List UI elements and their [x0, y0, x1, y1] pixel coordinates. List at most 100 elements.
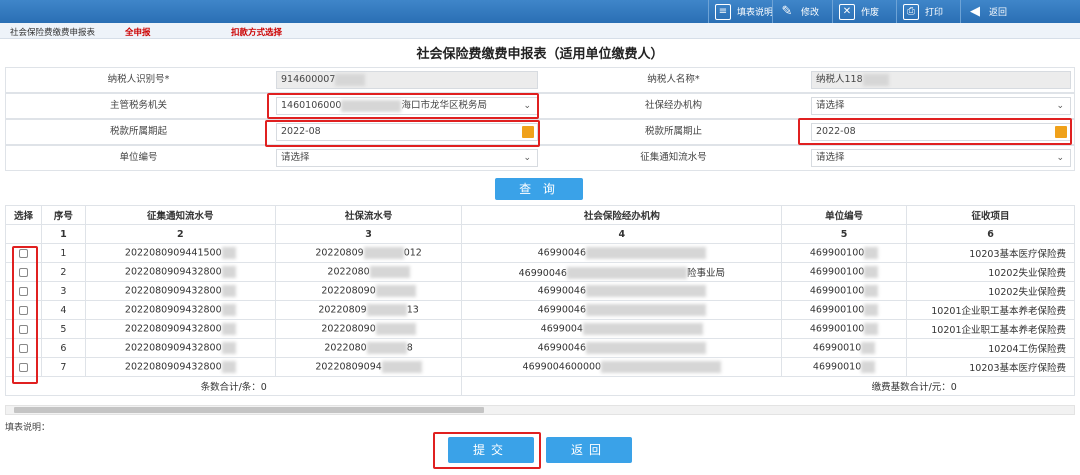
subnav-item-declaration[interactable]: 社会保险费缴费申报表: [10, 26, 95, 38]
seq-value: 7: [60, 361, 67, 373]
index-cell: 5: [781, 224, 908, 244]
taxpayer-id-field: 914600007: [276, 71, 538, 89]
table-row[interactable]: 6 2022080909432800 2022080 8 46990046 4699001…: [5, 338, 1075, 358]
ss-cell: 20220809094: [274, 357, 463, 377]
unit-cell: 469900100: [781, 300, 908, 320]
unit-value: 469900100: [809, 323, 865, 335]
table-row[interactable]: 3 2022080909432800 202208090 46990046 469900…: [5, 281, 1075, 301]
unit-cell: 469900100: [781, 281, 908, 301]
item-value: 10203基本医疗保险费: [969, 363, 1066, 374]
ss-tail: 8: [406, 342, 413, 354]
agency-select[interactable]: 请选择 ⌄: [811, 97, 1071, 115]
redaction: [582, 323, 703, 335]
unit-value: 46990010: [812, 361, 862, 373]
agency-value: 46990046: [537, 247, 586, 259]
base-total: 缴费基数合计/元：0: [461, 376, 1075, 396]
item-cell: 10201企业职工基本养老保险费: [906, 319, 1075, 339]
seq-cell: 2: [40, 262, 86, 282]
seq-value: 4: [60, 304, 67, 316]
agency-label: 社保经办机构: [644, 100, 702, 111]
item-value: 10204工伤保险费: [988, 344, 1066, 355]
void-button[interactable]: ✕ 作废: [832, 0, 879, 23]
header-agency: 社会保险经办机构: [461, 205, 783, 225]
item-cell: 10202失业保险费: [906, 262, 1075, 282]
seq-cell: 6: [40, 338, 86, 358]
scrollbar-thumb[interactable]: [14, 407, 484, 413]
taxpayer-id-label: 纳税人识别号*: [107, 74, 170, 85]
redaction: [221, 285, 236, 297]
item-value: 10203基本医疗保险费: [969, 249, 1066, 260]
unit-cell: 46990010: [781, 357, 908, 377]
item-cell: 10203基本医疗保险费: [906, 357, 1075, 377]
table-row[interactable]: 7 2022080909432800 20220809094 469900460000…: [5, 357, 1075, 377]
notice-value: 2022080909432800: [124, 266, 222, 278]
agency-cell: 46990046: [461, 300, 783, 320]
header-seq: 序号: [40, 205, 86, 225]
seq-value: 1: [60, 247, 67, 259]
subnav-item-full-declaration[interactable]: 全申报: [125, 26, 151, 38]
taxpayer-id-value: 914600007: [281, 74, 336, 85]
ss-value: 20220809094: [315, 361, 382, 373]
table-row[interactable]: 2 2022080909432800 2022080 46990046 险事业局 4699…: [5, 262, 1075, 282]
back-toolbar-button[interactable]: ◀ 返回: [960, 0, 1007, 23]
agency-cell: 46990046: [461, 281, 783, 301]
unit-no-label: 单位编号: [119, 152, 158, 163]
index-cell: 1: [40, 224, 86, 244]
chevron-down-icon: ⌄: [523, 153, 531, 163]
unit-no-select[interactable]: 请选择 ⌄: [276, 149, 538, 167]
seq-value: 5: [60, 323, 67, 335]
taxpayer-name-field: 纳税人118: [811, 71, 1071, 89]
notice-no-select[interactable]: 请选择 ⌄: [811, 149, 1071, 167]
notice-value: 2022080909432800: [124, 342, 222, 354]
horizontal-scrollbar[interactable]: [5, 405, 1075, 415]
highlight-period-end: [798, 118, 1072, 145]
fill-guide-button[interactable]: ≡ 填表说明: [708, 0, 773, 23]
table-row[interactable]: 5 2022080909432800 202208090 4699004 4699001…: [5, 319, 1075, 339]
redaction: [566, 267, 687, 280]
agency-cell: 4699004: [461, 319, 783, 339]
agency-value: 46990046: [537, 285, 586, 297]
index-cell: 4: [461, 224, 783, 244]
query-button[interactable]: 查 询: [495, 178, 583, 200]
print-button[interactable]: ⎙ 打印: [896, 0, 943, 23]
pencil-icon: ✎: [781, 4, 793, 19]
back-label: 返回: [989, 8, 1008, 18]
void-document-icon: ✕: [839, 3, 855, 20]
ss-cell: 20220809 012: [274, 243, 463, 263]
subnav-item-deduction-method[interactable]: 扣款方式选择: [231, 26, 282, 38]
redaction: [586, 342, 706, 354]
table-row[interactable]: 4 2022080909432800 20220809 13 46990046 46990…: [5, 300, 1075, 320]
seq-cell: 4: [40, 300, 86, 320]
redaction: [369, 266, 410, 278]
highlight-checkboxes: [12, 246, 38, 384]
ss-cell: 202208090: [274, 281, 463, 301]
sub-navigation: 社会保险费缴费申报表 全申报 扣款方式选择: [0, 23, 1080, 39]
ss-cell: 2022080: [274, 262, 463, 282]
redaction: [375, 285, 416, 297]
ss-cell: 2022080 8: [274, 338, 463, 358]
agency-cell: 4699004600000: [461, 357, 783, 377]
seq-cell: 1: [40, 243, 86, 263]
period-start-label: 税款所属期起: [109, 126, 167, 137]
header-select: 选择: [5, 205, 42, 225]
back-arrow-icon: ◀: [970, 4, 980, 19]
redaction: [864, 285, 879, 297]
ss-tail: 012: [403, 247, 422, 259]
unit-value: 469900100: [809, 266, 865, 278]
fill-guide-label: 填表说明: [737, 8, 774, 18]
period-end-label: 税款所属期止: [644, 126, 702, 137]
chevron-down-icon: ⌄: [1056, 101, 1064, 111]
redaction: [221, 247, 236, 259]
back-button[interactable]: 返回: [546, 437, 632, 463]
table-row[interactable]: 1 2022080909441500 20220809 012 46990046 4699…: [5, 243, 1075, 263]
redaction: [221, 323, 236, 335]
highlight-submit: [433, 432, 541, 469]
item-value: 10201企业职工基本养老保险费: [931, 306, 1066, 317]
redaction: [586, 304, 706, 316]
modify-button[interactable]: ✎ 修改: [772, 0, 819, 23]
agency-value: 4699004: [540, 323, 583, 335]
index-cell: 2: [84, 224, 276, 244]
seq-cell: 7: [40, 357, 86, 377]
ss-cell: 202208090: [274, 319, 463, 339]
highlight-tax-authority: [267, 93, 539, 119]
